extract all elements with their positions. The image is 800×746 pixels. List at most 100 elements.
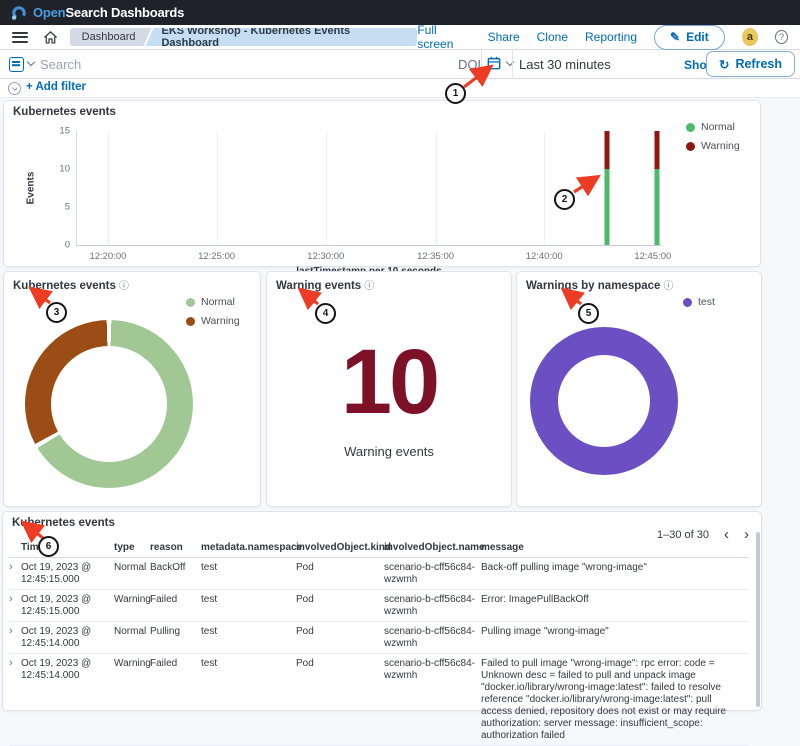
breadcrumb-dashboard[interactable]: Dashboard bbox=[70, 28, 152, 46]
legend-item-normal[interactable]: Normal bbox=[686, 121, 740, 133]
donut-hole bbox=[51, 346, 167, 462]
events-donut-chart bbox=[25, 320, 193, 488]
legend-item-test[interactable]: test bbox=[683, 296, 715, 308]
annotation-circle-6: 6 bbox=[38, 536, 59, 557]
panel-title[interactable]: Kubernetes events bbox=[12, 517, 115, 529]
x-tick: 12:40:00 bbox=[526, 251, 563, 262]
stacked-bar bbox=[605, 131, 610, 245]
annotation-circle-3: 3 bbox=[46, 302, 67, 323]
gridline bbox=[436, 131, 437, 245]
page-next-icon[interactable]: › bbox=[744, 527, 749, 542]
panel-kubernetes-events-pie: Kubernetes eventsⓘ Normal Warning bbox=[3, 271, 261, 507]
chevron-down-icon[interactable] bbox=[27, 58, 35, 66]
refresh-button[interactable]: ↻Refresh bbox=[706, 51, 795, 77]
histogram-legend: Normal Warning bbox=[686, 121, 740, 152]
y-axis-title: Events bbox=[26, 172, 37, 205]
panel-title[interactable]: Warnings by namespaceⓘ bbox=[526, 277, 673, 292]
panel-kubernetes-events-table: Kubernetes events 1–30 of 30 ‹ › Time▼ t… bbox=[2, 511, 762, 711]
menu-icon[interactable] bbox=[12, 32, 28, 43]
column-header-name[interactable]: involvedObject.name bbox=[384, 542, 481, 553]
legend-item-warning[interactable]: Warning bbox=[686, 140, 740, 152]
calendar-icon[interactable] bbox=[487, 56, 501, 70]
row-expand-icon[interactable]: › bbox=[9, 562, 21, 586]
info-icon[interactable]: ⓘ bbox=[364, 281, 374, 292]
panel-warnings-by-namespace: Warnings by namespaceⓘ test bbox=[516, 271, 762, 507]
search-input[interactable]: Search bbox=[40, 57, 81, 72]
column-header-type[interactable]: type bbox=[114, 542, 150, 553]
filter-menu-icon[interactable] bbox=[8, 82, 21, 95]
annotation-circle-4: 4 bbox=[315, 303, 336, 324]
date-picker-button[interactable] bbox=[487, 56, 513, 70]
column-header-message[interactable]: message bbox=[481, 542, 749, 553]
x-tick: 12:45:00 bbox=[634, 251, 671, 262]
query-bar: Search DQL Last 30 minutes Show dates ↻R… bbox=[0, 50, 800, 79]
y-tick: 15 bbox=[59, 126, 70, 137]
add-filter-button[interactable]: + Add filter bbox=[26, 81, 86, 93]
edit-button[interactable]: ✎Edit bbox=[654, 25, 725, 50]
metric-value: 10 bbox=[267, 336, 511, 428]
breadcrumb-current-dashboard[interactable]: EKS Workshop - Kubernetes Events Dashboa… bbox=[145, 28, 417, 46]
filter-bar: + Add filter bbox=[0, 79, 800, 98]
info-icon[interactable]: ⓘ bbox=[119, 281, 129, 292]
histogram-plot: 15 10 5 0 12:20:00 12:25:00 12:30:00 12:… bbox=[76, 131, 661, 246]
annotation-circle-1: 1 bbox=[445, 83, 466, 104]
annotation-circle-2: 2 bbox=[554, 189, 575, 210]
avatar[interactable]: a bbox=[742, 28, 758, 46]
namespace-donut-chart bbox=[530, 327, 678, 475]
column-header-reason[interactable]: reason bbox=[150, 542, 201, 553]
time-range-value[interactable]: Last 30 minutes bbox=[519, 57, 611, 72]
home-icon[interactable] bbox=[43, 30, 58, 45]
separator bbox=[512, 50, 513, 79]
pagination-range: 1–30 of 30 bbox=[657, 529, 709, 541]
opensearch-logo bbox=[11, 5, 27, 21]
legend-dot bbox=[186, 317, 195, 326]
legend-item-warning[interactable]: Warning bbox=[186, 315, 240, 327]
legend-dot bbox=[686, 142, 695, 151]
page-prev-icon[interactable]: ‹ bbox=[724, 527, 729, 542]
x-tick: 12:25:00 bbox=[198, 251, 235, 262]
table-header-row: Time▼ type reason metadata.namespace inv… bbox=[9, 542, 749, 558]
metric-label: Warning events bbox=[267, 444, 511, 459]
app-title: OpenSearch Dashboards bbox=[33, 5, 184, 20]
panel-title[interactable]: Kubernetes eventsⓘ bbox=[13, 277, 129, 292]
panel-title[interactable]: Warning eventsⓘ bbox=[276, 277, 374, 292]
y-tick: 5 bbox=[65, 202, 70, 213]
row-expand-icon[interactable]: › bbox=[9, 594, 21, 618]
panel-title[interactable]: Kubernetes events bbox=[13, 106, 116, 118]
pagination: 1–30 of 30 ‹ › bbox=[657, 527, 749, 542]
share-link[interactable]: Share bbox=[488, 30, 520, 44]
legend-dot bbox=[686, 123, 695, 132]
donut-hole bbox=[558, 355, 650, 447]
y-tick: 10 bbox=[59, 163, 70, 174]
pie-legend: Normal Warning bbox=[186, 296, 240, 327]
nav-bar: Dashboard EKS Workshop - Kubernetes Even… bbox=[0, 25, 800, 50]
y-tick: 0 bbox=[65, 240, 70, 251]
legend-item-normal[interactable]: Normal bbox=[186, 296, 240, 308]
reporting-link[interactable]: Reporting bbox=[585, 30, 637, 44]
gridline bbox=[544, 131, 545, 245]
table-scrollbar[interactable] bbox=[756, 532, 760, 707]
row-expand-icon[interactable]: › bbox=[9, 626, 21, 650]
table-row: › Oct 19, 2023 @ 12:45:15.000 Normal Bac… bbox=[9, 558, 749, 590]
full-screen-link[interactable]: Full screen bbox=[417, 23, 470, 51]
x-tick: 12:35:00 bbox=[417, 251, 454, 262]
help-icon[interactable]: ? bbox=[775, 30, 788, 44]
table-row: › Oct 19, 2023 @ 12:45:14.000 Warning Fa… bbox=[9, 654, 749, 746]
gridline bbox=[217, 131, 218, 245]
column-header-time[interactable]: Time▼ bbox=[21, 542, 114, 553]
info-icon[interactable]: ⓘ bbox=[663, 281, 673, 292]
clone-link[interactable]: Clone bbox=[537, 30, 568, 44]
pencil-icon: ✎ bbox=[670, 30, 680, 44]
table-row: › Oct 19, 2023 @ 12:45:14.000 Normal Pul… bbox=[9, 622, 749, 654]
row-expand-icon[interactable]: › bbox=[9, 658, 21, 742]
column-header-namespace[interactable]: metadata.namespace bbox=[201, 542, 296, 553]
table-row: › Oct 19, 2023 @ 12:45:15.000 Warning Fa… bbox=[9, 590, 749, 622]
annotation-circle-5: 5 bbox=[578, 303, 599, 324]
saved-query-icon[interactable] bbox=[9, 57, 24, 72]
separator bbox=[481, 50, 482, 79]
column-header-kind[interactable]: involvedObject.kind bbox=[296, 542, 384, 553]
panel-warning-events-metric: Warning eventsⓘ 10 Warning events bbox=[266, 271, 512, 507]
app-header: OpenSearch Dashboards bbox=[0, 0, 800, 25]
x-tick: 12:30:00 bbox=[307, 251, 344, 262]
gridline bbox=[326, 131, 327, 245]
